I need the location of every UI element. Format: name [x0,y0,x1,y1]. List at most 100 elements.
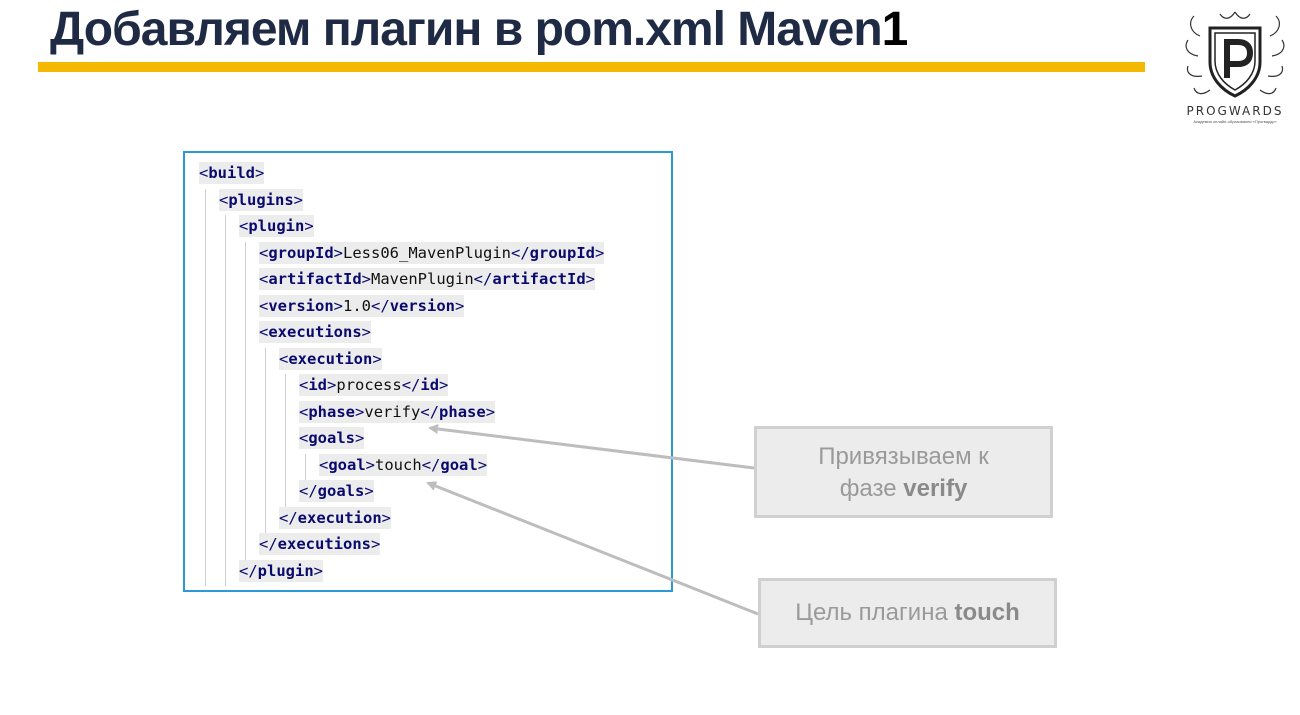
xml-bracket: < [219,190,229,209]
xml-bracket: > [381,508,392,527]
code-line: </executions> [259,533,381,555]
xml-bracket: > [371,535,381,553]
xml-bracket: > [293,190,304,209]
xml-tag-name: execution [297,508,382,527]
xml-bracket: > [477,455,488,474]
xml-tag-name: goal [440,455,478,474]
xml-bracket: > [355,402,365,421]
xml-bracket: </ [511,243,530,262]
xml-tag-name: plugins [228,190,294,209]
xml-tag-name: goals [317,482,365,500]
xml-bracket: </ [371,296,390,315]
xml-bracket: </ [239,561,258,580]
callout-phase-prefix: фазе [839,475,904,502]
code-line: <id>process</id> [299,374,449,396]
callout-goal: Цель плагина touch [758,578,1057,648]
xml-bracket: > [361,270,372,288]
xml-bracket: > [304,217,314,235]
xml-bracket: < [199,164,209,182]
xml-bracket: > [313,561,324,580]
code-line: <version>1.0</version> [259,294,465,317]
xml-bracket: > [595,243,605,262]
code-line-content: <execution> [279,347,382,370]
indent-guide [305,453,306,480]
callout-phase-line2: фазе verify [757,473,1050,505]
xml-bracket: </ [259,535,278,553]
xml-tag-name: build [208,164,256,182]
xml-text-value: MavenPlugin [371,270,474,288]
logo-tagline: Академия онлайн-образования «Прогвардс» [1193,119,1277,124]
xml-bracket: </ [420,402,440,421]
callout-phase-line1: Привязываем к [818,443,989,470]
xml-bracket: > [365,455,376,474]
xml-bracket: > [355,429,365,447]
xml-bracket: < [259,323,269,341]
xml-bracket: </ [473,270,493,288]
xml-bracket: < [259,296,269,315]
code-line-content: <build> [199,162,265,184]
xml-bracket: < [239,217,249,235]
xml-text-value: process [336,376,402,394]
code-line-content: <phase>verify</phase> [299,400,496,423]
code-line-content: </plugin> [239,559,324,582]
code-line: <phase>verify</phase> [299,400,496,423]
title-underline [38,62,1145,72]
xml-bracket: < [299,429,309,447]
callout-goal-prefix: Цель плагина [795,599,955,626]
xml-bracket: < [299,402,309,421]
code-line-content: <version>1.0</version> [259,294,465,317]
code-line: <groupId>Less06_MavenPlugin</groupId> [259,241,605,264]
xml-bracket: < [319,455,329,474]
xml-tag-name: id [420,376,440,394]
code-line-content: <goal>touch</goal> [319,453,488,476]
xml-bracket: < [259,243,269,262]
code-line: <goal>touch</goal> [319,453,488,476]
code-line-content: <executions> [259,321,372,343]
code-line: <build> [199,162,265,184]
xml-tag-name: phase [439,402,486,421]
code-line: <goals> [299,427,365,449]
xml-text-value: verify [364,402,421,421]
indent-guide [245,241,246,560]
xml-text-value: 1.0 [343,296,372,315]
xml-bracket: < [259,270,269,288]
xml-tag-name: phase [308,402,356,421]
code-line: </execution> [279,506,392,529]
xml-tag-name: version [268,296,334,315]
code-line: <plugin> [239,215,314,237]
code-line-content: <goals> [299,427,365,449]
xml-bracket: > [372,349,382,368]
indent-guide [225,215,226,586]
xml-tag-name: version [389,296,456,315]
xml-tag-name: executions [268,323,362,341]
callout-goal-bold: touch [954,599,1020,626]
xml-text-value: Less06_MavenPlugin [343,243,511,262]
code-line-content: <id>process</id> [299,374,449,396]
slide-title: Добавляем плагин в pom.xml Maven1 [50,2,908,57]
xml-tag-name: artifactId [268,270,362,288]
code-line: <execution> [279,347,382,370]
xml-bracket: < [279,349,289,368]
xml-bracket: > [585,270,596,288]
xml-bracket: </ [279,508,298,527]
progwards-crest-icon [1185,11,1285,98]
xml-bracket: > [255,164,265,182]
xml-tag-name: goals [308,429,356,447]
callout-phase-bold: verify [903,475,968,502]
xml-bracket: < [299,376,309,394]
xml-bracket: </ [401,376,421,394]
xml-tag-name: id [308,376,328,394]
code-line-content: <artifactId>MavenPlugin</artifactId> [259,268,596,290]
xml-bracket: > [439,376,449,394]
xml-bracket: > [364,482,374,500]
xml-bracket: > [327,376,337,394]
code-line: <artifactId>MavenPlugin</artifactId> [259,268,596,290]
code-line: </goals> [299,480,374,502]
xml-text-value: touch [375,455,422,474]
slide-title-text: Добавляем плагин в pom.xml Maven [50,3,883,56]
xml-tag-name: artifactId [492,270,586,288]
indent-guide [265,347,266,533]
xml-bracket: </ [299,482,318,500]
code-line-content: <plugin> [239,215,314,237]
xml-tag-name: executions [277,535,371,553]
